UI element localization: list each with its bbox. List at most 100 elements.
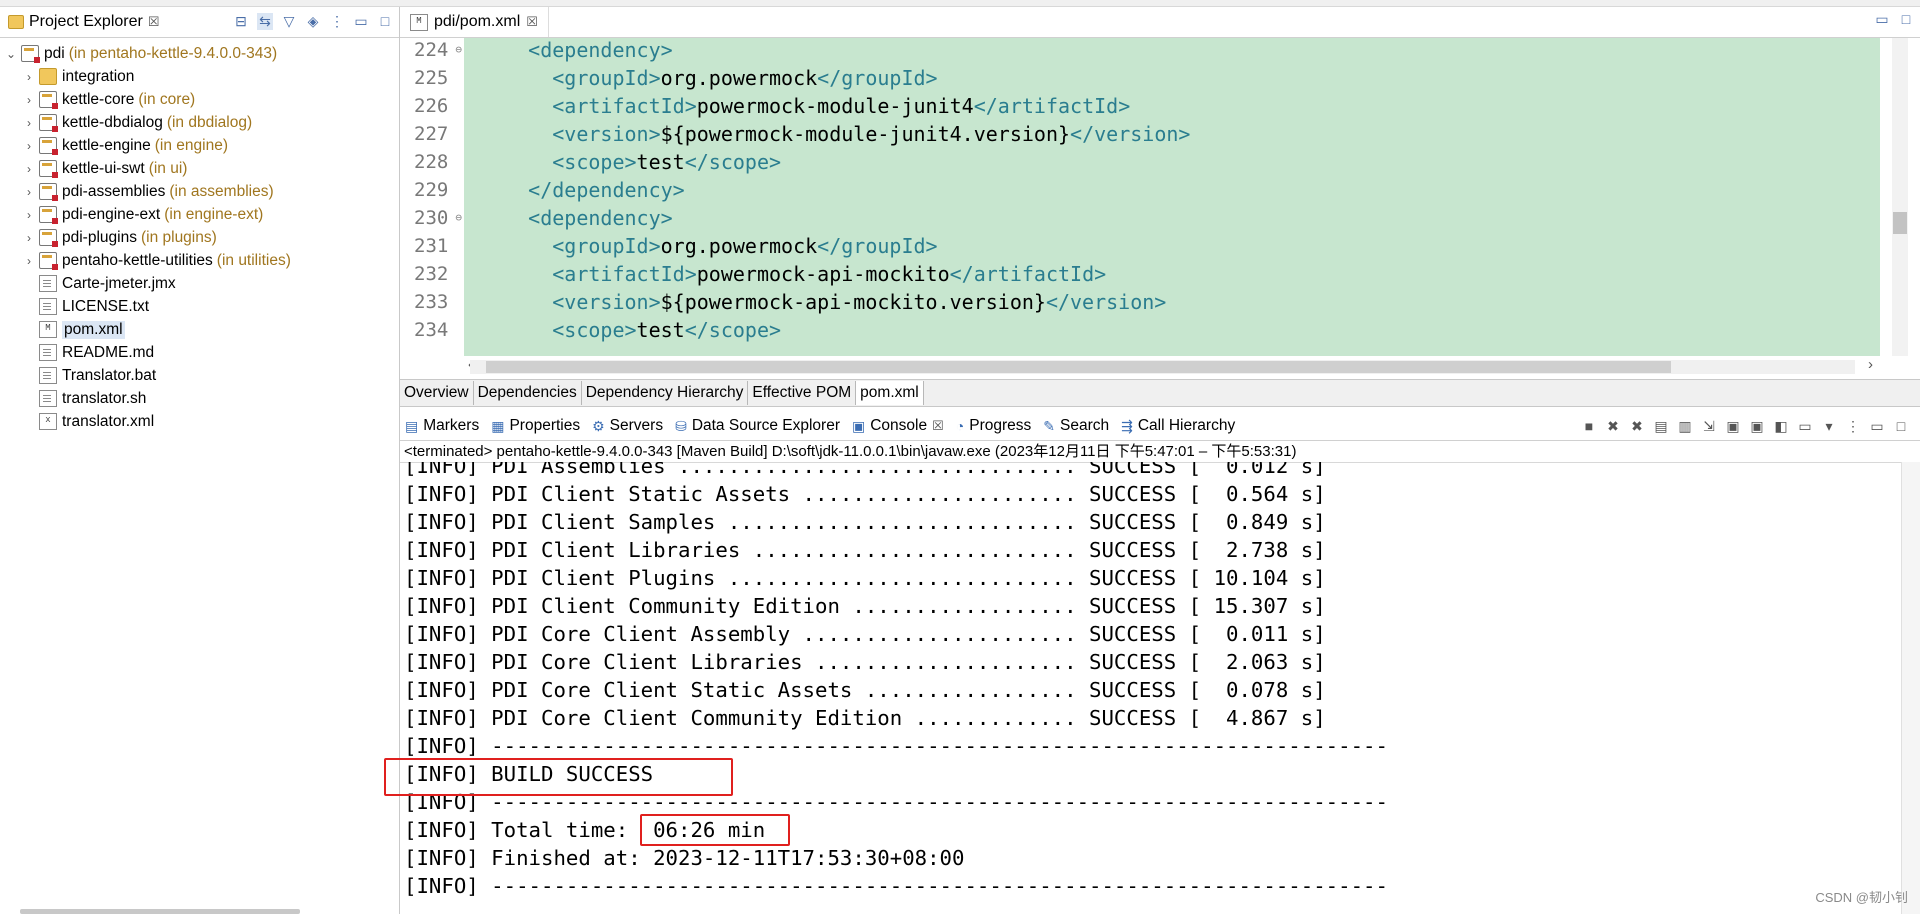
filter-icon[interactable]: ▽ (281, 13, 297, 30)
view-tab-label: Servers (609, 417, 664, 434)
expand-arrow-icon[interactable]: › (22, 231, 36, 245)
focus-icon[interactable]: ◈ (305, 13, 321, 30)
tree-item[interactable]: LICENSE.txt (0, 295, 399, 318)
display-console-icon[interactable]: ▭ (1796, 418, 1814, 435)
tree-item-label: integration (62, 67, 135, 85)
tab-markers[interactable]: ▤ Markers (400, 412, 486, 440)
expand-arrow-icon[interactable]: › (22, 139, 36, 153)
tab-properties[interactable]: ▦ Properties (486, 412, 587, 440)
expand-arrow-icon[interactable]: › (22, 93, 36, 107)
xml-tag: </scope> (684, 318, 782, 342)
console-icon: ▣ (852, 417, 866, 434)
line-number: 231 (400, 232, 464, 260)
tab-dependencies[interactable]: Dependencies (474, 381, 582, 405)
view-tab-label: Properties (509, 417, 581, 434)
tree-item[interactable]: x translator.xml (0, 410, 399, 433)
tab-pom-xml[interactable]: M pdi/pom.xml ☒ (400, 7, 549, 37)
tree-item[interactable]: translator.sh (0, 387, 399, 410)
tree-item[interactable]: Carte-jmeter.jmx (0, 272, 399, 295)
view-menu-icon[interactable]: ⋮ (329, 13, 345, 30)
code-editor[interactable]: 224 ⊖ <dependency> 225 <groupId>org.powerm… (400, 38, 1880, 356)
tree-item[interactable]: ⌄ pdi (in pentaho-kettle-9.4.0.0-343) (0, 42, 399, 65)
expand-arrow-icon[interactable]: › (22, 162, 36, 176)
line-number: 230 ⊖ (400, 204, 464, 232)
xml-text: test (636, 318, 685, 342)
tab-call-hierarchy[interactable]: ⇶ Call Hierarchy (1116, 412, 1242, 440)
tab-dependency-hierarchy[interactable]: Dependency Hierarchy (582, 381, 749, 405)
tab-effective-pom[interactable]: Effective POM (748, 381, 857, 405)
editor-horizontal-scrollbar[interactable]: ‹ › (400, 356, 1880, 378)
maximize-icon[interactable]: □ (377, 13, 393, 30)
expand-arrow-icon[interactable]: › (22, 208, 36, 222)
show-on-error-icon[interactable]: ▣ (1748, 418, 1766, 435)
tab-progress[interactable]: ◔ Progress (951, 412, 1039, 440)
tree-item[interactable]: › kettle-ui-swt (in ui) (0, 157, 399, 180)
remove-launch-icon[interactable]: ✖ (1604, 418, 1622, 435)
scroll-thumb[interactable] (1893, 212, 1907, 234)
tab-project-explorer[interactable]: Project Explorer ☒ (0, 7, 168, 37)
terminate-icon[interactable]: ■ (1580, 418, 1598, 435)
scroll-lock-icon[interactable]: ▥ (1676, 418, 1694, 435)
expand-arrow-icon[interactable]: › (22, 185, 36, 199)
open-console-icon[interactable]: ▾ (1820, 418, 1838, 435)
tree-item[interactable]: › pdi-assemblies (in assemblies) (0, 180, 399, 203)
scroll-thumb[interactable] (486, 361, 1671, 373)
code-line: 225 <groupId>org.powermock</groupId> (400, 64, 1880, 92)
tree-item[interactable]: › integration (0, 65, 399, 88)
link-with-editor-icon[interactable]: ⇆ (257, 13, 273, 30)
tree-item[interactable]: › kettle-dbdialog (in dbdialog) (0, 111, 399, 134)
tree-item[interactable]: › kettle-engine (in engine) (0, 134, 399, 157)
code-text: <dependency> (464, 38, 673, 62)
clear-console-icon[interactable]: ▤ (1652, 418, 1670, 435)
data-source-icon: ⛁ (675, 417, 687, 434)
tab-overview[interactable]: Overview (400, 381, 474, 405)
xml-tag: </groupId> (817, 234, 938, 258)
tab-search[interactable]: ✎ Search (1038, 412, 1116, 440)
remove-all-icon[interactable]: ✖ (1628, 418, 1646, 435)
view-menu-icon[interactable]: ⋮ (1844, 418, 1862, 435)
collapse-all-icon[interactable]: ⊟ (233, 13, 249, 30)
tree-item[interactable]: › pdi-plugins (in plugins) (0, 226, 399, 249)
xml-tag: </dependency> (528, 178, 685, 202)
close-icon[interactable]: ☒ (932, 418, 944, 434)
expand-arrow-icon[interactable]: › (22, 116, 36, 130)
close-icon[interactable]: ☒ (526, 14, 538, 30)
pin-console-icon[interactable]: ◧ (1772, 418, 1790, 435)
close-icon[interactable]: ☒ (148, 14, 160, 30)
tree-item[interactable]: README.md (0, 341, 399, 364)
minimize-icon[interactable]: ▭ (1868, 418, 1886, 435)
view-tab-label: Search (1060, 417, 1110, 434)
explorer-horizontal-scrollbar[interactable] (20, 909, 300, 914)
console-line: [INFO] ---------------------------------… (404, 874, 1388, 898)
tree-item[interactable]: › kettle-core (in core) (0, 88, 399, 111)
maximize-icon[interactable]: □ (1892, 418, 1910, 435)
tab-data-source-explorer[interactable]: ⛁ Data Source Explorer (670, 412, 847, 440)
tab-console[interactable]: ▣ Console ☒ (847, 412, 951, 440)
scroll-right-icon[interactable]: › (1868, 356, 1873, 373)
minimize-icon[interactable]: ▭ (353, 13, 369, 30)
fold-icon[interactable]: ⊖ (455, 204, 462, 232)
console-line: [INFO] Total time: 06:26 min (404, 818, 766, 842)
tree-item[interactable]: Mpom.xml (0, 318, 399, 341)
project-explorer-view: Project Explorer ☒ ⊟ ⇆ ▽ ◈ ⋮ ▭ □ ⌄ pdi (in… (0, 7, 400, 914)
expand-arrow-icon[interactable]: › (22, 70, 36, 84)
tree-item[interactable]: Translator.bat (0, 364, 399, 387)
expand-arrow-icon[interactable]: ⌄ (4, 47, 18, 61)
tab-pom.xml[interactable]: pom.xml (856, 381, 924, 405)
console-output[interactable]: [INFO] PDI Assemblies ..................… (400, 462, 1916, 914)
tab-servers[interactable]: ⚙ Servers (587, 412, 670, 440)
tree-item[interactable]: › pentaho-kettle-utilities (in utilities) (0, 249, 399, 272)
search-icon: ✎ (1043, 417, 1055, 434)
code-line: 229 </dependency> (400, 176, 1880, 204)
tree-item[interactable]: › pdi-engine-ext (in engine-ext) (0, 203, 399, 226)
view-tab-label: Progress (969, 417, 1032, 434)
console-vertical-scrollbar[interactable] (1901, 462, 1920, 914)
minimize-icon[interactable]: ▭ (1874, 11, 1890, 28)
fold-icon[interactable]: ⊖ (455, 38, 462, 64)
word-wrap-icon[interactable]: ⇲ (1700, 418, 1718, 435)
show-on-output-icon[interactable]: ▣ (1724, 418, 1742, 435)
expand-arrow-icon[interactable]: › (22, 254, 36, 268)
maximize-icon[interactable]: □ (1898, 11, 1914, 28)
editor-vertical-scrollbar[interactable] (1880, 38, 1920, 356)
console-status-line: <terminated> pentaho-kettle-9.4.0.0-343 … (400, 441, 1920, 463)
